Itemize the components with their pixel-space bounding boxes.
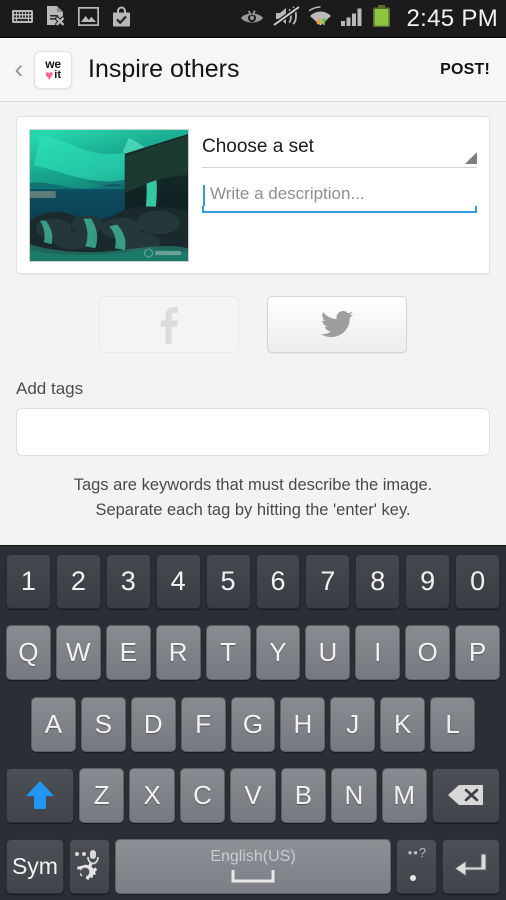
gear-mic-icon xyxy=(74,849,99,880)
shift-key[interactable] xyxy=(6,767,75,823)
enter-key[interactable] xyxy=(442,839,500,894)
key-1[interactable]: 1 xyxy=(5,554,51,609)
space-glyph-icon xyxy=(116,869,389,883)
app-bar: ‹ we ♥ it Inspire others POST! xyxy=(0,38,506,102)
keyboard-row-top: Q W E R T Y U I O P xyxy=(3,625,503,681)
key-j[interactable]: J xyxy=(330,696,376,752)
key-0[interactable]: 0 xyxy=(455,554,501,609)
status-bar-clock: 2:45 PM xyxy=(406,4,498,32)
key-p[interactable]: P xyxy=(455,625,501,681)
key-y[interactable]: Y xyxy=(255,625,301,681)
app-screen: 2:45 PM ‹ we ♥ it Inspire others POST! C… xyxy=(0,0,506,900)
post-button[interactable]: POST! xyxy=(440,61,490,79)
space-key[interactable]: English(US) xyxy=(115,839,391,894)
facebook-icon xyxy=(160,306,178,344)
post-card: Choose a set Write a description... xyxy=(16,116,490,274)
settings-mic-key[interactable] xyxy=(68,839,111,894)
period-alt-marks: ••? xyxy=(407,845,428,860)
key-e[interactable]: E xyxy=(105,625,151,681)
key-d[interactable]: D xyxy=(130,696,176,752)
logo-bottom: ♥ it xyxy=(44,66,62,83)
key-z[interactable]: Z xyxy=(79,767,125,823)
enter-arrow-icon xyxy=(454,853,487,877)
key-f[interactable]: F xyxy=(180,696,226,752)
eye-icon xyxy=(240,8,264,30)
key-m[interactable]: M xyxy=(381,767,427,823)
image-icon xyxy=(77,5,100,31)
key-9[interactable]: 9 xyxy=(405,554,451,609)
key-8[interactable]: 8 xyxy=(355,554,401,609)
key-2[interactable]: 2 xyxy=(55,554,101,609)
key-5[interactable]: 5 xyxy=(205,554,251,609)
twitter-share-button[interactable] xyxy=(267,296,407,353)
tags-input[interactable] xyxy=(16,408,490,456)
add-tags-label: Add tags xyxy=(16,379,84,398)
key-g[interactable]: G xyxy=(230,696,276,752)
key-a[interactable]: A xyxy=(31,696,76,752)
logo-it-text: it xyxy=(54,68,62,81)
backspace-key[interactable] xyxy=(431,767,500,823)
keyboard-row-home: A S D F G H J K L xyxy=(3,696,503,752)
key-s[interactable]: S xyxy=(80,696,126,752)
image-thumbnail[interactable] xyxy=(29,129,189,262)
key-u[interactable]: U xyxy=(305,625,351,681)
key-c[interactable]: C xyxy=(179,767,226,823)
backspace-icon xyxy=(447,785,483,806)
signal-bars-icon xyxy=(340,7,364,31)
space-language-label: English(US) xyxy=(210,848,296,865)
chevron-down-icon xyxy=(465,152,477,164)
main-content: Choose a set Write a description... Add … xyxy=(0,102,506,545)
description-placeholder: Write a description... xyxy=(210,184,365,203)
key-x[interactable]: X xyxy=(129,767,175,823)
facebook-share-button[interactable] xyxy=(99,296,239,353)
status-bar-right-icons: 2:45 PM xyxy=(240,5,498,33)
key-v[interactable]: V xyxy=(230,767,276,823)
key-q[interactable]: Q xyxy=(5,625,51,681)
key-h[interactable]: H xyxy=(280,696,326,752)
set-selector[interactable]: Choose a set xyxy=(202,133,477,168)
keyboard-row-function: Sym English(US) ••? xyxy=(3,839,503,894)
keyboard-row-numbers: 1 2 3 4 5 6 7 8 9 0 xyxy=(3,554,503,609)
key-o[interactable]: O xyxy=(405,625,451,681)
weheartit-logo[interactable]: we ♥ it xyxy=(34,50,72,89)
page-title: Inspire others xyxy=(88,55,240,83)
document-remove-icon xyxy=(46,5,66,32)
key-t[interactable]: T xyxy=(205,625,251,681)
keyboard-icon xyxy=(12,9,33,29)
set-selector-label: Choose a set xyxy=(202,136,314,157)
key-n[interactable]: N xyxy=(331,767,377,823)
twitter-icon xyxy=(321,311,353,338)
description-field[interactable]: Write a description... xyxy=(202,184,477,213)
status-bar: 2:45 PM xyxy=(0,0,506,38)
period-key[interactable]: ••? xyxy=(395,839,438,894)
card-fields: Choose a set Write a description... xyxy=(202,129,477,261)
key-3[interactable]: 3 xyxy=(105,554,151,609)
key-b[interactable]: B xyxy=(280,767,327,823)
key-k[interactable]: K xyxy=(380,696,426,752)
battery-icon xyxy=(372,5,390,32)
social-share-row xyxy=(16,296,490,353)
symbols-key[interactable]: Sym xyxy=(6,839,64,894)
back-button[interactable]: ‹ xyxy=(6,56,32,83)
tags-helper-line-1: Tags are keywords that must describe the… xyxy=(73,476,433,494)
wifi-data-icon xyxy=(308,6,332,31)
key-7[interactable]: 7 xyxy=(305,554,351,609)
on-screen-keyboard: 1 2 3 4 5 6 7 8 9 0 Q W E R T Y U I O P … xyxy=(0,545,506,900)
heart-icon: ♥ xyxy=(44,66,54,83)
shift-arrow-icon xyxy=(26,781,54,810)
keyboard-row-bottom: Z X C V B N M xyxy=(3,767,503,823)
period-dot-icon xyxy=(409,875,416,881)
key-6[interactable]: 6 xyxy=(255,554,301,609)
text-caret xyxy=(203,185,205,206)
key-w[interactable]: W xyxy=(55,625,101,681)
key-l[interactable]: L xyxy=(430,696,476,752)
status-bar-left-icons xyxy=(12,5,131,32)
tags-helper-line-2: Separate each tag by hitting the 'enter'… xyxy=(95,501,411,519)
key-4[interactable]: 4 xyxy=(155,554,201,609)
bag-check-icon xyxy=(112,6,131,32)
mute-icon xyxy=(272,5,300,31)
tags-helper-text: Tags are keywords that must describe the… xyxy=(16,473,490,523)
key-r[interactable]: R xyxy=(155,625,201,681)
key-i[interactable]: I xyxy=(355,625,401,681)
